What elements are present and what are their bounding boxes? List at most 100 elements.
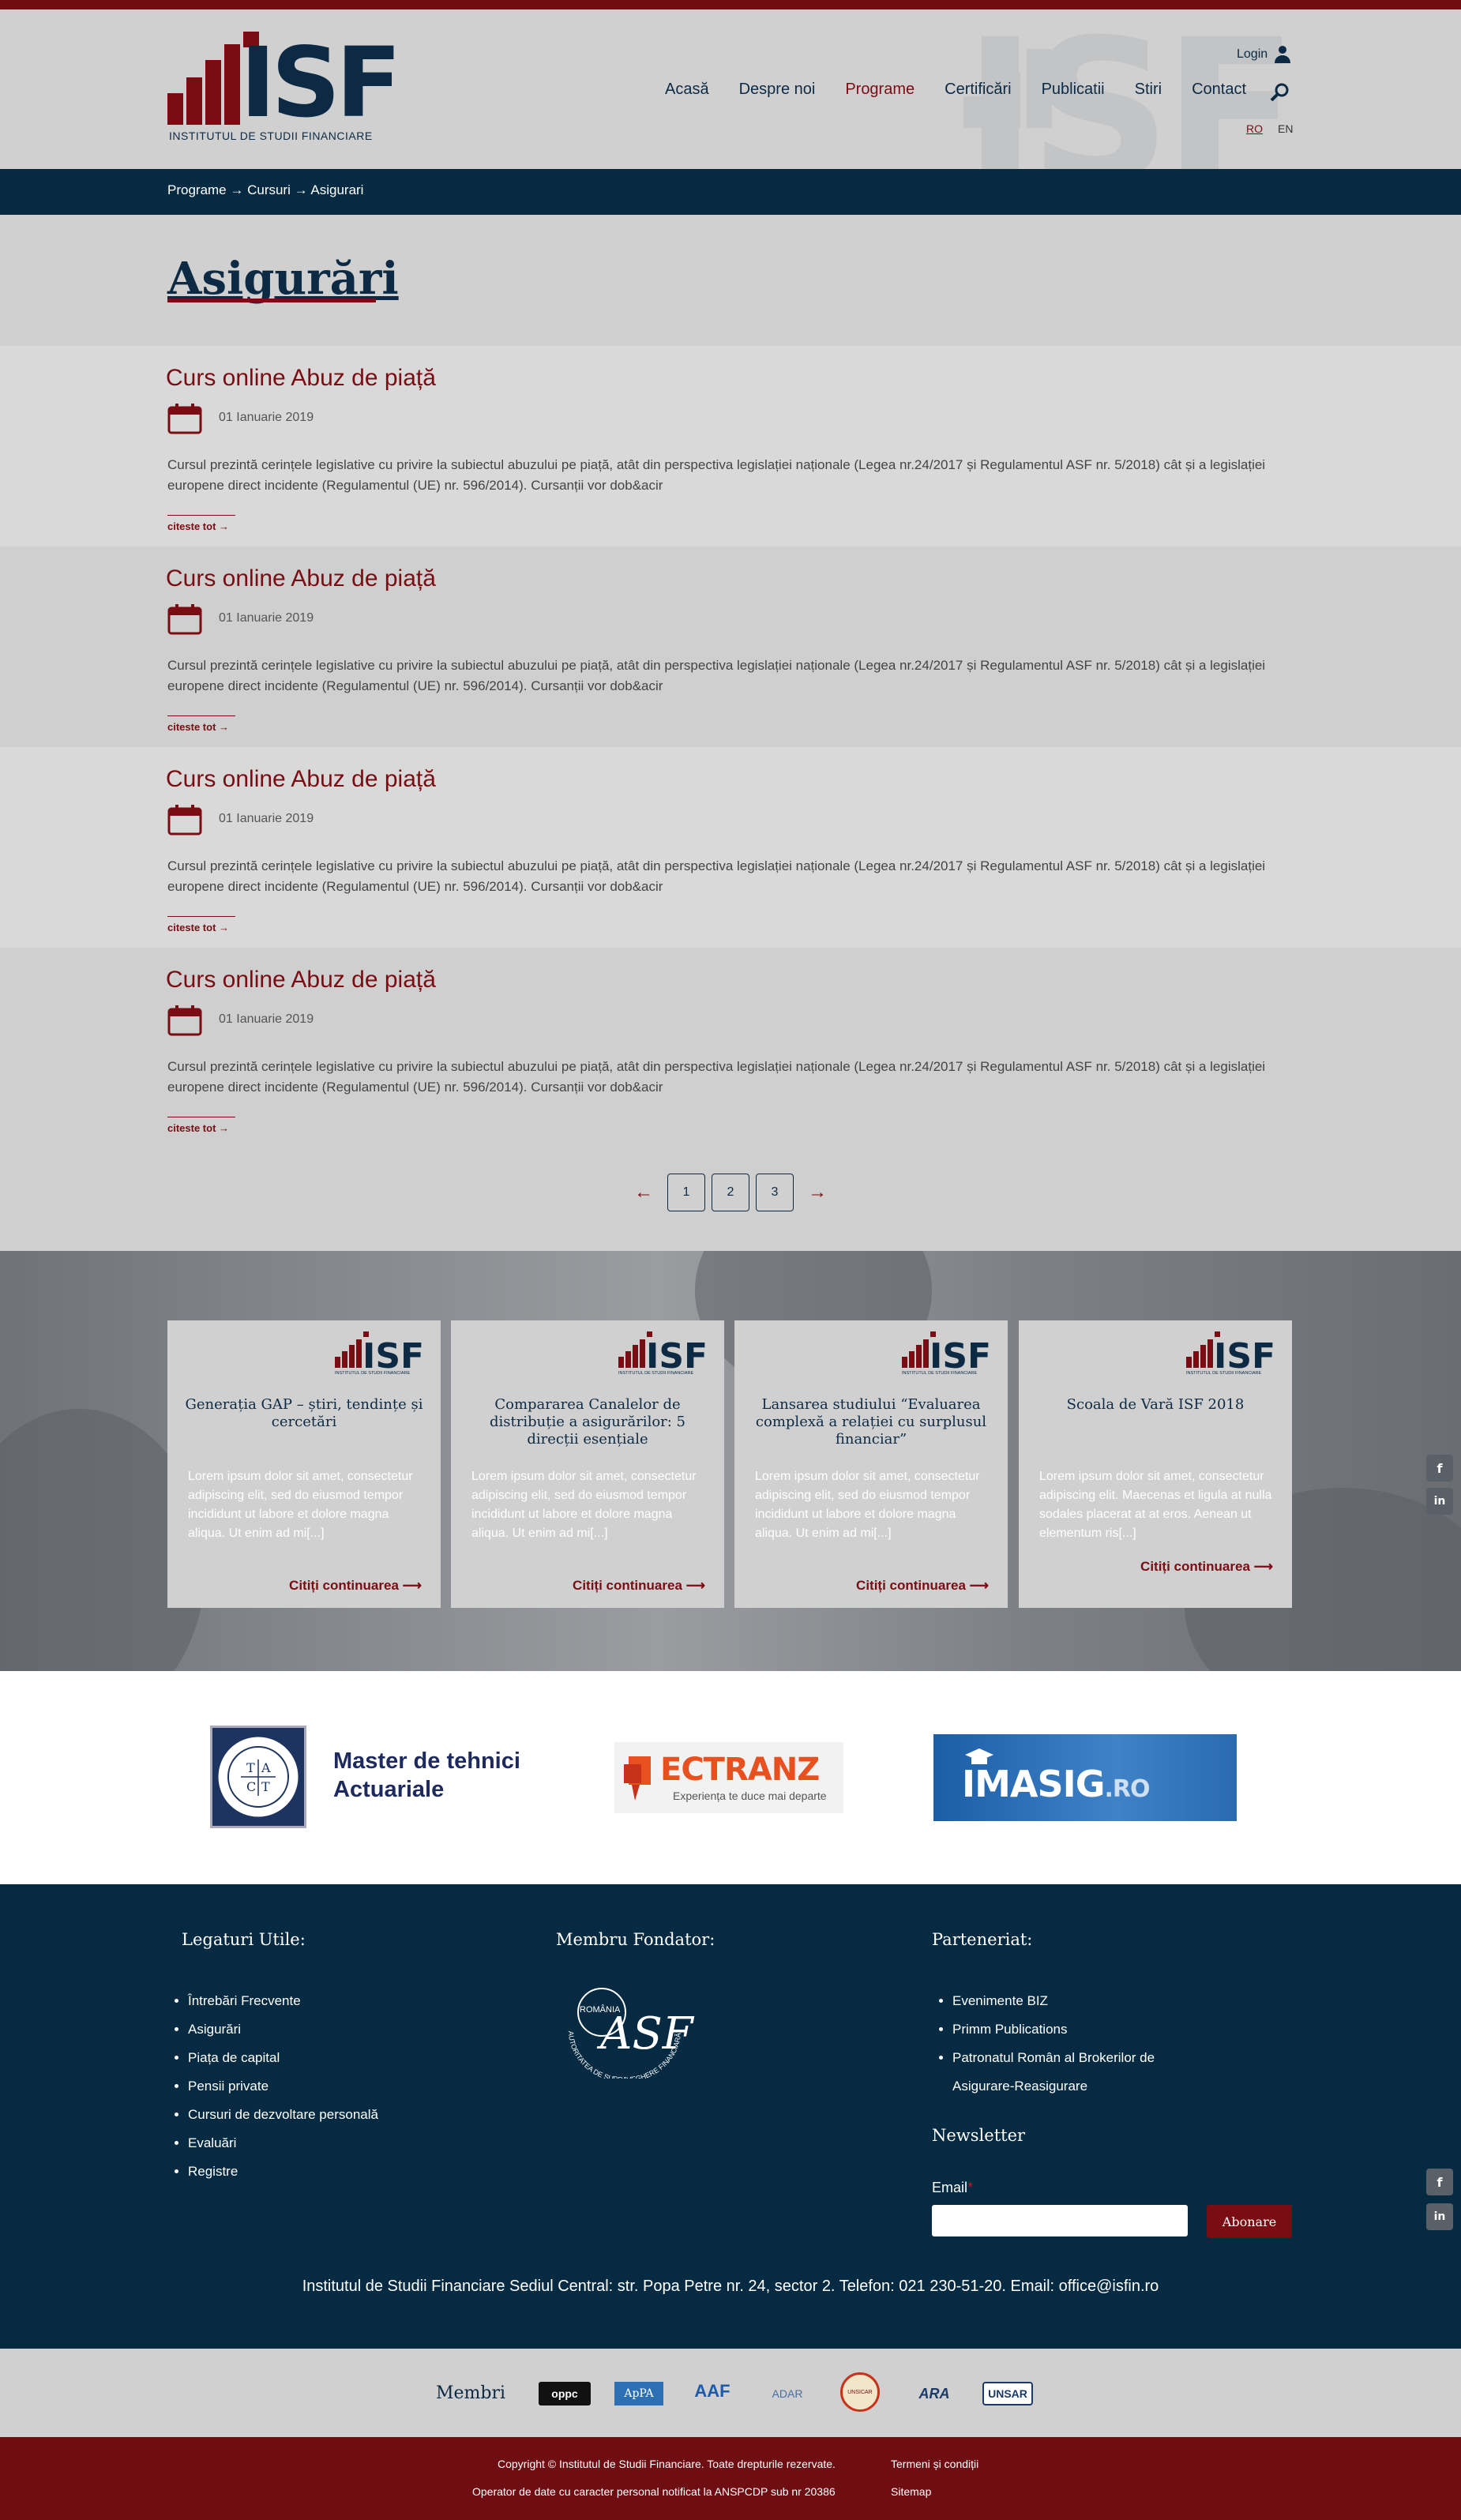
card-logo-text: ISF: [930, 1336, 989, 1376]
read-more-link[interactable]: citeste tot →: [167, 515, 235, 532]
post-item: Curs online Abuz de piață 01 Ianuarie 20…: [0, 948, 1461, 1148]
news-card-title[interactable]: Scoala de Vară ISF 2018: [1035, 1396, 1276, 1414]
page-1-button[interactable]: 1: [667, 1174, 705, 1211]
post-title[interactable]: Curs online Abuz de piață: [166, 766, 436, 793]
member-logo[interactable]: ADAR: [760, 2382, 815, 2405]
post-date: 01 Ianuarie 2019: [219, 411, 314, 424]
card-logo-subtitle: INSTITUTUL DE STUDII FINANCIARE: [618, 1371, 693, 1376]
top-accent-bar: [0, 0, 1461, 9]
footer-link[interactable]: Primm Publications: [952, 2015, 1253, 2044]
news-card-title[interactable]: Generația GAP – știri, tendințe și cerce…: [183, 1396, 425, 1431]
news-card-more[interactable]: Citiți continuarea ⟶: [573, 1578, 705, 1594]
members-label: Membri: [436, 2383, 506, 2403]
member-logo[interactable]: ARA: [907, 2382, 962, 2405]
news-card[interactable]: ISF INSTITUTUL DE STUDII FINANCIARE Lansa…: [734, 1320, 1008, 1608]
read-more-link[interactable]: citeste tot →: [167, 715, 235, 733]
nav-certificari[interactable]: Certificări: [945, 81, 1011, 99]
lang-en[interactable]: EN: [1278, 122, 1293, 135]
nav-acasa[interactable]: Acasă: [665, 81, 709, 99]
sitemap-link[interactable]: Sitemap: [891, 2485, 931, 2498]
nav-contact[interactable]: Contact: [1192, 81, 1246, 99]
master-actuarial-title[interactable]: Master de tehnici Actuariale: [333, 1747, 520, 1804]
member-logo[interactable]: UNSICAR: [840, 2372, 880, 2412]
terms-link[interactable]: Termeni și condiții: [891, 2458, 978, 2470]
breadcrumb[interactable]: Programe → Cursuri → Asigurari: [167, 182, 363, 198]
member-logo[interactable]: AAF: [689, 2374, 736, 2409]
email-field[interactable]: [932, 2205, 1188, 2236]
news-card-text: Lorem ipsum dolor sit amet, consectetur …: [1039, 1470, 1272, 1540]
read-more-link[interactable]: citeste tot →: [167, 1117, 235, 1134]
footer-link[interactable]: Pensii private: [188, 2072, 378, 2101]
founder-title: Membru Fondator:: [556, 1930, 715, 1949]
search-icon[interactable]: [1270, 82, 1290, 103]
post-excerpt: Cursul prezintă cerințele legislative cu…: [167, 457, 1266, 493]
data-operator-text: Operator de date cu caracter personal no…: [472, 2485, 836, 2498]
ectranz-logo[interactable]: ECTRANZ Experiența te duce mai departe: [614, 1742, 843, 1813]
post-item: Curs online Abuz de piață 01 Ianuarie 20…: [0, 546, 1461, 747]
ectranz-tagline: Experiența te duce mai departe: [673, 1790, 827, 1802]
read-more-link[interactable]: citeste tot →: [167, 916, 235, 933]
footer-link[interactable]: Piața de capital: [188, 2044, 378, 2072]
bottom-bar: [0, 2437, 1461, 2520]
main-nav: Acasă Despre noi Programe Certificări Pu…: [665, 81, 1276, 99]
pagination: ← 1 2 3 →: [0, 1174, 1461, 1211]
footer-link[interactable]: Asigurări: [188, 2015, 378, 2044]
nav-stiri[interactable]: Stiri: [1135, 81, 1162, 99]
member-logo[interactable]: oppc: [539, 2382, 591, 2405]
footer-link[interactable]: Patronatul Român al Brokerilor deAsigura…: [952, 2044, 1253, 2101]
card-isf-logo: ISFINSTITUTUL DE STUDII FINANCIARE: [618, 1331, 705, 1376]
footer-link[interactable]: Întrebări Frecvente: [188, 1987, 378, 2015]
news-card-more[interactable]: Citiți continuarea ⟶: [1140, 1559, 1273, 1575]
nav-publicatii[interactable]: Publicatii: [1042, 81, 1105, 99]
post-item: Curs online Abuz de piață 01 Ianuarie 20…: [0, 747, 1461, 948]
asf-logo[interactable]: ROMÂNIA ASF AUTORITATEA DE SUPRAVEGHERE …: [553, 1976, 697, 2079]
next-page-arrow[interactable]: →: [800, 1181, 835, 1204]
news-card-more[interactable]: Citiți continuarea ⟶: [289, 1578, 422, 1594]
footer-address: Institutul de Studii Financiare Sediul C…: [302, 2278, 1159, 2295]
login-link[interactable]: Login: [1237, 47, 1268, 62]
user-icon[interactable]: [1273, 44, 1292, 63]
linkedin-icon[interactable]: in: [1426, 2203, 1453, 2230]
news-card[interactable]: ISF INSTITUTUL DE STUDII FINANCIARE Scoal…: [1019, 1320, 1292, 1608]
news-card-more[interactable]: Citiți continuarea ⟶: [856, 1578, 989, 1594]
isf-logo[interactable]: ISF INSTITUTUL DE STUDII FINANCIARE: [167, 24, 402, 142]
linkedin-icon[interactable]: in: [1426, 1488, 1453, 1515]
calendar-icon: [167, 404, 202, 434]
news-card[interactable]: ISF INSTITUTUL DE STUDII FINANCIARE Gener…: [167, 1320, 441, 1608]
partnership-title: Parteneriat:: [932, 1930, 1033, 1949]
newsletter-title: Newsletter: [932, 2126, 1026, 2145]
svg-text:A: A: [261, 1760, 271, 1775]
useful-links-list: Întrebări Frecvente Asigurări Piața de c…: [188, 1987, 378, 2186]
footer-link[interactable]: Cursuri de dezvoltare personală: [188, 2101, 378, 2129]
calendar-icon: [167, 805, 202, 836]
page-2-button[interactable]: 2: [712, 1174, 749, 1211]
lang-ro[interactable]: RO: [1246, 122, 1263, 135]
post-title[interactable]: Curs online Abuz de piață: [166, 365, 436, 392]
imasig-logo[interactable]: IMASIG.RO: [933, 1734, 1237, 1821]
actuarial-badge-logo[interactable]: TACT: [210, 1726, 306, 1828]
prev-page-arrow[interactable]: ←: [626, 1181, 661, 1204]
news-card-title[interactable]: Compararea Canalelor de distribuție a as…: [467, 1396, 708, 1448]
card-logo-subtitle: INSTITUTUL DE STUDII FINANCIARE: [1186, 1371, 1261, 1376]
card-isf-logo: ISFINSTITUTUL DE STUDII FINANCIARE: [902, 1331, 989, 1376]
member-logo[interactable]: UNSAR: [982, 2382, 1033, 2405]
page-3-button[interactable]: 3: [756, 1174, 794, 1211]
nav-despre-noi[interactable]: Despre noi: [739, 81, 816, 99]
subscribe-button[interactable]: Abonare: [1207, 2205, 1292, 2238]
facebook-icon[interactable]: f: [1426, 1455, 1453, 1482]
news-card-title[interactable]: Lansarea studiului “Evaluarea complexă a…: [750, 1396, 992, 1448]
post-item: Curs online Abuz de piață 01 Ianuarie 20…: [0, 346, 1461, 546]
post-title[interactable]: Curs online Abuz de piață: [166, 967, 436, 993]
post-title[interactable]: Curs online Abuz de piață: [166, 565, 436, 592]
facebook-icon[interactable]: f: [1426, 2169, 1453, 2195]
footer-link[interactable]: Evenimente BIZ: [952, 1987, 1253, 2015]
footer-link[interactable]: Evaluări: [188, 2129, 378, 2158]
member-logo[interactable]: ApPA: [614, 2382, 663, 2405]
nav-programe[interactable]: Programe: [845, 81, 915, 99]
svg-text:T: T: [246, 1760, 255, 1775]
svg-text:T: T: [261, 1779, 270, 1794]
page-title: Asigurări: [167, 253, 399, 305]
footer-link[interactable]: Registre: [188, 2158, 378, 2186]
news-card[interactable]: ISF INSTITUTUL DE STUDII FINANCIARE Compa…: [451, 1320, 724, 1608]
email-label: Email*: [932, 2180, 974, 2195]
